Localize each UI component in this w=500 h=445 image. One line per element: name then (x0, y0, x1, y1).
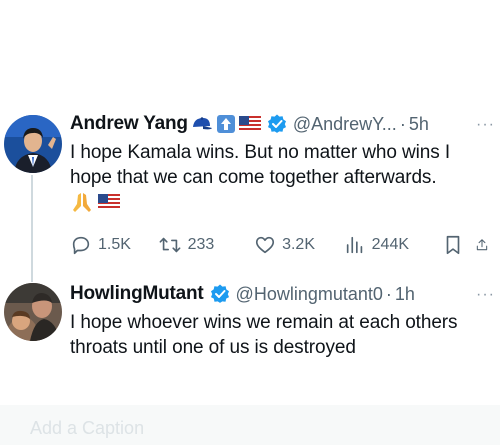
user-handle[interactable]: @AndrewY... (293, 114, 397, 135)
user-handle[interactable]: @Howlingmutant0 (236, 284, 383, 305)
reply-button[interactable]: 1.5K (70, 234, 158, 256)
us-flag-icon (98, 193, 120, 215)
tweet-content: HowlingMutant @Howlingmutant0 · 1h ··· I… (70, 280, 495, 360)
share-button[interactable] (475, 234, 495, 256)
views-count: 244K (371, 236, 410, 253)
bookmark-button[interactable] (443, 234, 475, 256)
tweet-text: I hope Kamala wins. But no matter who wi… (70, 142, 451, 188)
blue-cap-icon (191, 115, 213, 133)
caption-placeholder[interactable]: Add a Caption (30, 418, 144, 439)
repost-count: 233 (187, 236, 215, 253)
share-icon (476, 239, 488, 251)
reply-count: 1.5K (98, 236, 131, 253)
verified-badge-icon (210, 284, 230, 304)
reply-icon (72, 236, 90, 255)
more-options-icon[interactable]: ··· (476, 116, 495, 134)
timestamp[interactable]: 5h (409, 114, 429, 135)
repost-icon (159, 237, 181, 253)
bookmark-icon (446, 235, 460, 255)
more-options-icon[interactable]: ··· (476, 286, 495, 304)
up-arrow-icon (216, 114, 236, 134)
heart-icon (256, 236, 275, 254)
display-name[interactable]: HowlingMutant (70, 283, 204, 305)
avatar[interactable] (4, 283, 62, 341)
tweet-text: I hope whoever wins we remain at each ot… (70, 312, 458, 358)
like-button[interactable]: 3.2K (254, 234, 344, 256)
timestamp[interactable]: 1h (395, 284, 415, 305)
tweet-emoji-line (70, 192, 495, 216)
tweet-actions: 1.5K 233 3.2K 244K (70, 232, 495, 258)
tweet-header: Andrew Yang @AndrewY... · 5h (70, 110, 495, 138)
avatar[interactable] (4, 115, 62, 173)
separator-dot: · (385, 283, 392, 304)
thread-connector-line (31, 175, 33, 282)
display-name[interactable]: Andrew Yang (70, 113, 188, 135)
us-flag-icon (238, 116, 261, 132)
views-icon (346, 236, 362, 254)
praying-hands-icon (70, 191, 94, 218)
separator-dot: · (399, 113, 406, 134)
tweet-thread: Andrew Yang @AndrewY... · 5h ··· I hope … (0, 0, 500, 445)
tweet-header: HowlingMutant @Howlingmutant0 · 1h (70, 280, 495, 308)
verified-badge-icon (267, 114, 287, 134)
views-button[interactable]: 244K (344, 234, 444, 256)
tweet-content: Andrew Yang @AndrewY... · 5h ··· I hope … (70, 110, 495, 258)
like-count: 3.2K (282, 236, 315, 253)
repost-button[interactable]: 233 (158, 234, 255, 256)
